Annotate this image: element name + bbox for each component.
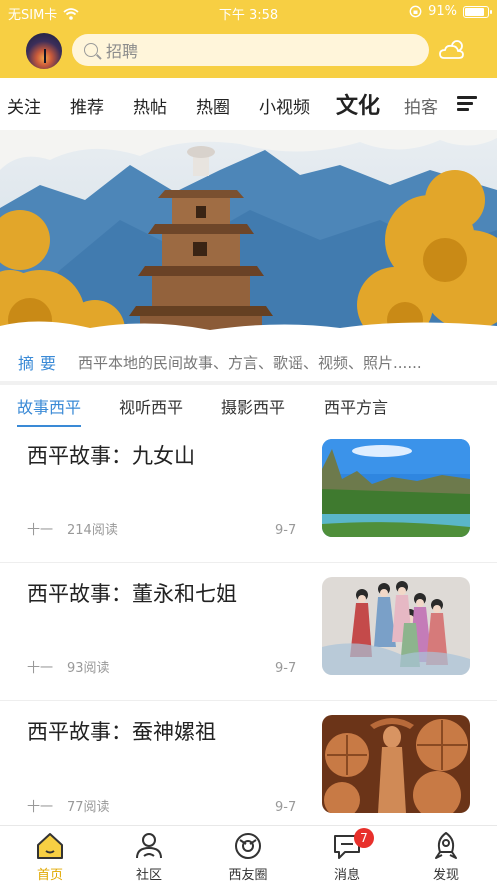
article-author: 十一 [27,800,54,815]
article-author: 十一 [27,661,54,676]
fairies-thumbnail[interactable] [322,577,470,675]
article-item[interactable]: 西平故事：蚕神嫘祖 十一 77阅读 9-7 [0,701,497,839]
mountain-lake-photo [322,439,470,537]
battery-percent: 91% [428,4,457,19]
bottom-nav: 首页 社区 西友圈 7 消息 发现 [0,825,497,883]
article-item[interactable]: 西平故事：董永和七姐 十一 93阅读 9-7 [0,563,497,701]
tab-follow[interactable]: 关注 [7,93,41,118]
silk-goddess-thumbnail[interactable] [322,715,470,813]
status-bar: 无SIM卡 下午 3:58 91% [0,0,497,24]
article-title[interactable]: 西平故事：蚕神嫘祖 [27,716,216,746]
tab-hot-circles[interactable]: 热圈 [196,93,230,118]
tab-hot-posts[interactable]: 热帖 [133,93,167,118]
article-reads: 214阅读 [67,523,118,538]
summary-row: 摘要 西平本地的民间故事、方言、歌谣、视频、照片...... [0,344,497,380]
summary-label: 摘要 [18,354,63,373]
subtab-stories[interactable]: 故事西平 [17,394,82,427]
article-reads: 93阅读 [67,661,110,676]
silk-goddess-carving [322,715,470,813]
mountain-lake-thumbnail[interactable] [322,439,470,537]
article-meta: 十一 214阅读 [27,519,118,538]
nav-friends-circle[interactable]: 西友圈 [213,830,283,883]
category-tabs: 关注 推荐 热帖 热圈 小视频 文化 拍客 [0,78,497,130]
nav-home[interactable]: 首页 [15,830,85,883]
nav-messages[interactable]: 7 消息 [312,828,382,883]
nav-community-label: 社区 [135,868,162,883]
subtab-dialect[interactable]: 西平方言 [324,394,388,418]
community-icon [136,833,162,859]
tab-photographer[interactable]: 拍客 [404,93,438,118]
article-item[interactable]: 西平故事：九女山 十一 214阅读 9-7 [0,425,497,563]
rocket-icon [435,832,457,859]
culture-banner[interactable] [0,130,497,338]
menu-icon[interactable] [457,96,477,112]
article-date: 9-7 [275,523,297,538]
article-title[interactable]: 西平故事：董永和七姐 [27,578,237,608]
article-meta: 十一 77阅读 [27,796,110,815]
article-reads: 77阅读 [67,800,110,815]
fairies-painting [322,577,470,675]
status-right: 91% [409,4,492,19]
tab-culture[interactable]: 文化 [336,88,380,122]
article-date: 9-7 [275,661,297,676]
battery-icon [463,5,492,18]
friends-circle-icon [235,833,261,859]
rotation-lock-icon [409,5,422,18]
article-title[interactable]: 西平故事：九女山 [27,440,195,470]
article-date: 9-7 [275,800,297,815]
search-bar[interactable]: 招聘 [72,34,429,66]
article-meta: 十一 93阅读 [27,657,110,676]
home-icon [37,833,63,859]
nav-messages-label: 消息 [333,868,360,883]
nav-home-label: 首页 [36,868,63,883]
nav-discover[interactable]: 发现 [411,830,481,883]
nav-community[interactable]: 社区 [114,830,184,883]
nav-discover-label: 发现 [432,868,459,883]
app-header: 无SIM卡 下午 3:58 91% 招聘 [0,0,497,78]
subtab-audio-video[interactable]: 视听西平 [119,394,183,418]
summary-text: 西平本地的民间故事、方言、歌谣、视频、照片...... [78,353,422,372]
user-avatar[interactable] [24,31,64,71]
article-author: 十一 [27,523,54,538]
subtab-photography[interactable]: 摄影西平 [221,394,285,418]
pagoda-banner-image [0,130,497,338]
tab-recommend[interactable]: 推荐 [70,93,104,118]
unread-badge: 7 [354,828,374,848]
cloud-sun-icon[interactable] [438,38,468,62]
search-placeholder: 招聘 [106,42,139,61]
nav-friends-circle-label: 西友圈 [228,868,268,883]
tab-short-video[interactable]: 小视频 [259,93,310,118]
culture-subtabs: 故事西平 视听西平 摄影西平 西平方言 [0,385,497,427]
search-icon [84,43,98,57]
